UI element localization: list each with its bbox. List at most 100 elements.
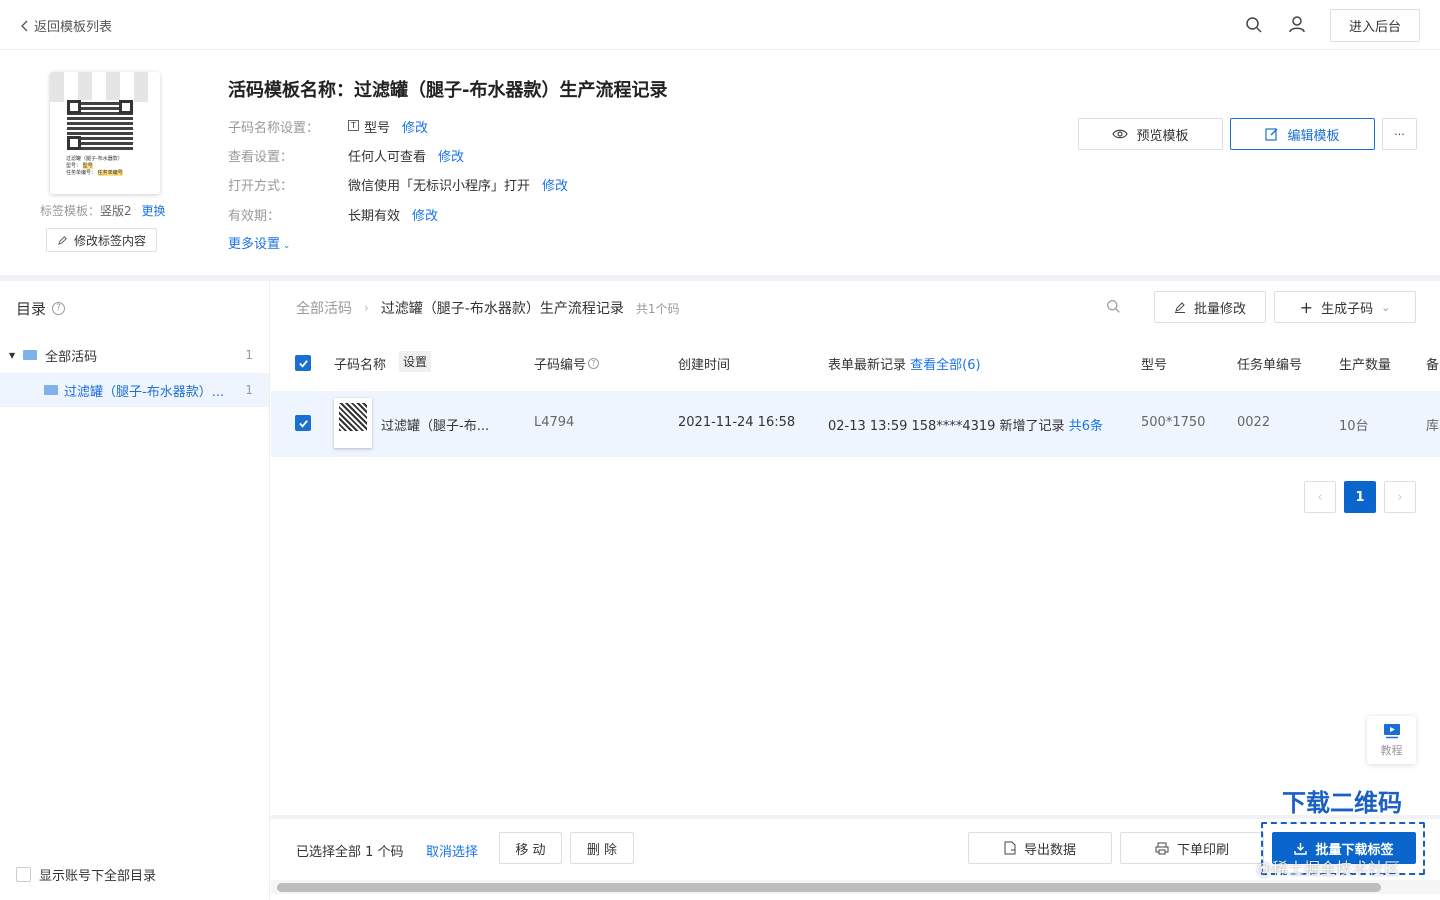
chevron-right-icon: ›: [364, 301, 369, 315]
scrollbar-thumb[interactable]: [277, 883, 1381, 892]
horizontal-scrollbar[interactable]: [271, 880, 1440, 894]
template-thumbnail: 过滤罐（腿子-布水器款） 型号： 型号 任务单编号： 任务单编号: [50, 72, 160, 194]
batch-edit-label: 批量修改: [1193, 301, 1246, 317]
show-all-checkbox[interactable]: [16, 867, 31, 882]
col-number: 子码编号 ?: [534, 354, 600, 373]
thumb-line-3: 型号: [82, 163, 93, 169]
view-all-records-link[interactable]: 查看全部(6): [910, 358, 980, 373]
edit-template-button[interactable]: 编辑模板: [1230, 118, 1375, 150]
row-qr-thumbnail[interactable]: [334, 398, 372, 448]
cancel-selection-link[interactable]: 取消选择: [426, 841, 478, 860]
setting-edit-link[interactable]: 修改: [412, 205, 438, 224]
col-name: 子码名称: [334, 358, 387, 373]
setting-label: 有效期：: [228, 209, 281, 224]
sidebar-title-label: 目录: [16, 300, 47, 318]
back-link[interactable]: 返回模板列表: [20, 16, 112, 35]
move-label: 移 动: [515, 842, 546, 858]
preview-template-button[interactable]: 预览模板: [1078, 118, 1223, 150]
row-latest-count-link[interactable]: 共6条: [1069, 419, 1103, 434]
sidebar-item-filter-tank[interactable]: 过滤罐（腿子-布水器款）... 1: [0, 373, 269, 407]
code-count: 共1个码: [635, 301, 680, 316]
eye-icon: [1112, 128, 1129, 140]
generate-sub-code-button[interactable]: + 生成子码 ⌄: [1274, 291, 1416, 323]
row-latest: 02-13 13:59 158****4319 新增了记录 共6条: [828, 415, 1103, 434]
tutorial-button[interactable]: 教程: [1367, 716, 1416, 764]
setting-edit-link[interactable]: 修改: [542, 175, 568, 194]
page-button-current[interactable]: 1: [1344, 481, 1376, 513]
setting-row: 有效期： 长期有效 修改: [228, 205, 438, 224]
show-all-label: 显示账号下全部目录: [39, 869, 157, 884]
setting-value: 任何人可查看: [348, 150, 427, 165]
user-icon[interactable]: [1288, 15, 1306, 33]
col-latest-record-label: 表单最新记录: [828, 358, 907, 373]
edit-label-content-label: 修改标签内容: [73, 233, 146, 248]
thumb-line-5: 任务单编号: [97, 170, 123, 176]
chevron-left-icon: [20, 20, 30, 32]
caret-down-icon[interactable]: ▼: [9, 351, 15, 360]
print-order-label: 下单印刷: [1176, 842, 1229, 858]
col-number-label: 子码编号: [534, 358, 587, 373]
edit-label-content-button[interactable]: 修改标签内容: [46, 228, 157, 252]
show-all-directories-option[interactable]: 显示账号下全部目录: [16, 865, 156, 884]
sidebar-item-count: 1: [245, 348, 253, 362]
row-latest-text: 02-13 13:59 158****4319 新增了记录: [828, 419, 1065, 434]
plus-icon: +: [1299, 297, 1314, 317]
more-settings-link[interactable]: 更多设置 ⌄: [228, 233, 290, 252]
generate-sub-code-label: 生成子码: [1321, 301, 1374, 317]
search-icon[interactable]: [1106, 299, 1121, 314]
edit-icon: [1265, 127, 1279, 141]
batch-edit-button[interactable]: 批量修改: [1154, 291, 1266, 323]
col-task-no: 任务单编号: [1237, 358, 1303, 373]
delete-button[interactable]: 删 除: [570, 832, 634, 864]
thumb-line-2: 型号：: [66, 163, 82, 169]
export-data-button[interactable]: 导出数据: [968, 832, 1112, 864]
qr-code-icon: [339, 403, 367, 431]
setting-row: 查看设置： 任何人可查看 修改: [228, 146, 464, 165]
sidebar-item-label: 过滤罐（腿子-布水器款）...: [64, 384, 225, 400]
col-quantity: 生产数量: [1339, 358, 1392, 373]
chevron-down-icon: ⌄: [1381, 300, 1391, 314]
sidebar-item-count: 1: [245, 383, 253, 397]
chevron-right-icon: ›: [1397, 489, 1403, 505]
search-icon[interactable]: [1245, 16, 1263, 34]
row-number: L4794: [534, 415, 575, 430]
col-model: 型号: [1141, 358, 1168, 373]
more-actions-button[interactable]: ···: [1382, 118, 1417, 150]
folder-icon: [44, 385, 58, 395]
printer-icon: [1155, 842, 1169, 855]
label-template-value: 竖版2: [100, 204, 132, 218]
more-dots-icon: ···: [1394, 127, 1405, 141]
breadcrumb-root[interactable]: 全部活码: [296, 298, 352, 318]
export-data-label: 导出数据: [1023, 842, 1076, 858]
breadcrumb-current: 过滤罐（腿子-布水器款）生产流程记录: [380, 301, 624, 317]
top-bar: 返回模板列表 进入后台: [0, 0, 1440, 50]
print-order-button[interactable]: 下单印刷: [1120, 832, 1264, 864]
select-all-checkbox[interactable]: [295, 355, 311, 371]
enter-backend-label: 进入后台: [1348, 20, 1401, 35]
more-settings-label: 更多设置: [228, 237, 281, 252]
chevron-left-icon: ‹: [1317, 489, 1323, 505]
prev-page-button[interactable]: ‹: [1304, 481, 1336, 513]
row-name-link[interactable]: 过滤罐（腿子-布...: [381, 415, 489, 434]
type-icon: T: [348, 120, 359, 131]
column-settings-button[interactable]: 设置: [399, 351, 432, 372]
delete-label: 删 除: [586, 842, 618, 858]
col-remark: 备: [1426, 358, 1440, 373]
help-icon[interactable]: ?: [52, 302, 66, 315]
setting-row: 子码名称设置： T 型号 修改: [228, 117, 428, 136]
breadcrumb: 全部活码 › 过滤罐（腿子-布水器款）生产流程记录 共1个码: [296, 298, 680, 318]
change-label-template-link[interactable]: 更换: [141, 204, 165, 218]
row-created: 2021-11-24 16:58: [678, 415, 796, 430]
next-page-button[interactable]: ›: [1384, 481, 1416, 513]
setting-edit-link[interactable]: 修改: [402, 117, 428, 136]
sidebar-item-all[interactable]: ▼ 全部活码 1: [0, 341, 269, 369]
setting-edit-link[interactable]: 修改: [438, 146, 464, 165]
template-title: 活码模板名称：过滤罐（腿子-布水器款）生产流程记录: [228, 80, 668, 101]
sidebar: 目录 ? ▼ 全部活码 1 过滤罐（腿子-布水器款）... 1 显示账号下全部目…: [0, 281, 270, 900]
row-checkbox[interactable]: [295, 415, 311, 431]
edit-template-label: 编辑模板: [1287, 128, 1340, 144]
help-icon[interactable]: ?: [588, 358, 600, 369]
thumb-line-4: 任务单编号：: [66, 170, 97, 176]
move-button[interactable]: 移 动: [499, 832, 562, 864]
enter-backend-button[interactable]: 进入后台: [1330, 9, 1420, 42]
